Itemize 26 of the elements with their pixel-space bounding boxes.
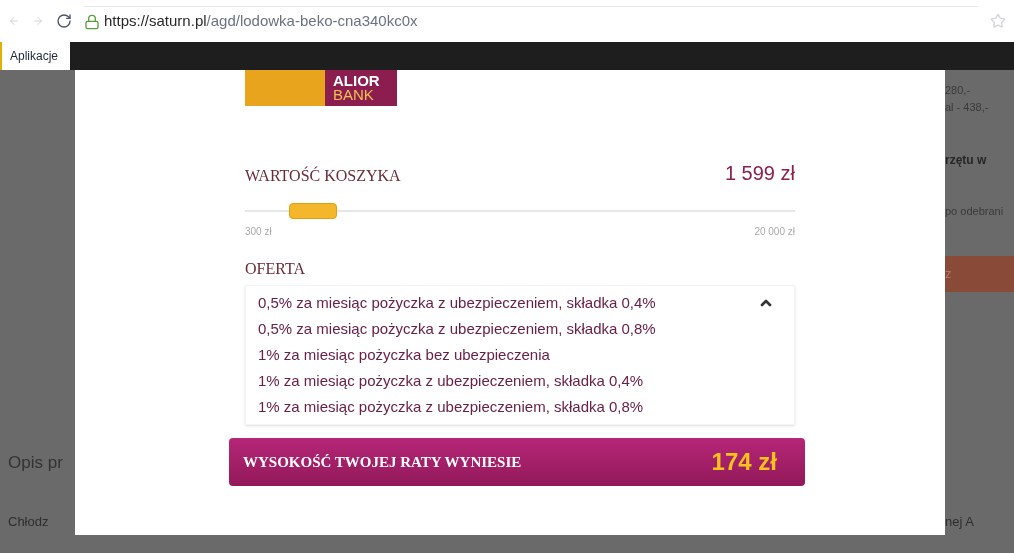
lock-icon [84, 13, 100, 30]
slider-min-label: 300 zł [245, 225, 272, 239]
back-icon[interactable] [8, 15, 20, 27]
logo-text: ALIOR [333, 74, 381, 88]
offer-option[interactable]: 0,5% za miesiąc pożyczka z ubezpieczeniem, składka 0,8% [258, 316, 750, 342]
basket-value: 1 599 zł [724, 161, 795, 186]
section-text: rzętu w [945, 152, 988, 169]
slider-max-label: 20 000 zł [754, 225, 795, 239]
offer-option[interactable]: 1% za miesiąc pożyczka z ubezpieczeniem, składka 0,8% [258, 394, 750, 420]
forward-icon[interactable] [32, 15, 44, 27]
result-value: 174 zł [711, 447, 777, 477]
offer-list[interactable] [245, 285, 795, 425]
offer-option[interactable]: 1% za miesiąc pożyczka z ubezpieczeniem, składka 0,4% [258, 368, 750, 394]
basket-label: WARTOŚĆ KOSZYKA [245, 165, 401, 186]
offer-option[interactable]: 0,5% za miesiąc pożyczka z ubezpieczeniem, składka 0,4% [258, 290, 750, 316]
offer-label: OFERTA [245, 259, 306, 279]
slider-track[interactable] [245, 203, 795, 219]
result-label: WYSOKOŚĆ TWOJEJ RATY WYNIESIE [243, 452, 522, 472]
offer-option[interactable]: 1% za miesiąc pożyczka bez ubezpieczenia [258, 342, 750, 368]
logo-text: BANK [333, 88, 375, 102]
url-text: https://saturn.pl/agd/lodowka-beko-cna340kc0x [104, 11, 418, 32]
reload-icon[interactable] [56, 13, 72, 29]
description-text: nej A [945, 512, 975, 531]
bookmark-star-icon[interactable] [990, 13, 1006, 29]
description-text: Chłodz [8, 512, 50, 531]
slider-thumb[interactable] [289, 203, 337, 219]
